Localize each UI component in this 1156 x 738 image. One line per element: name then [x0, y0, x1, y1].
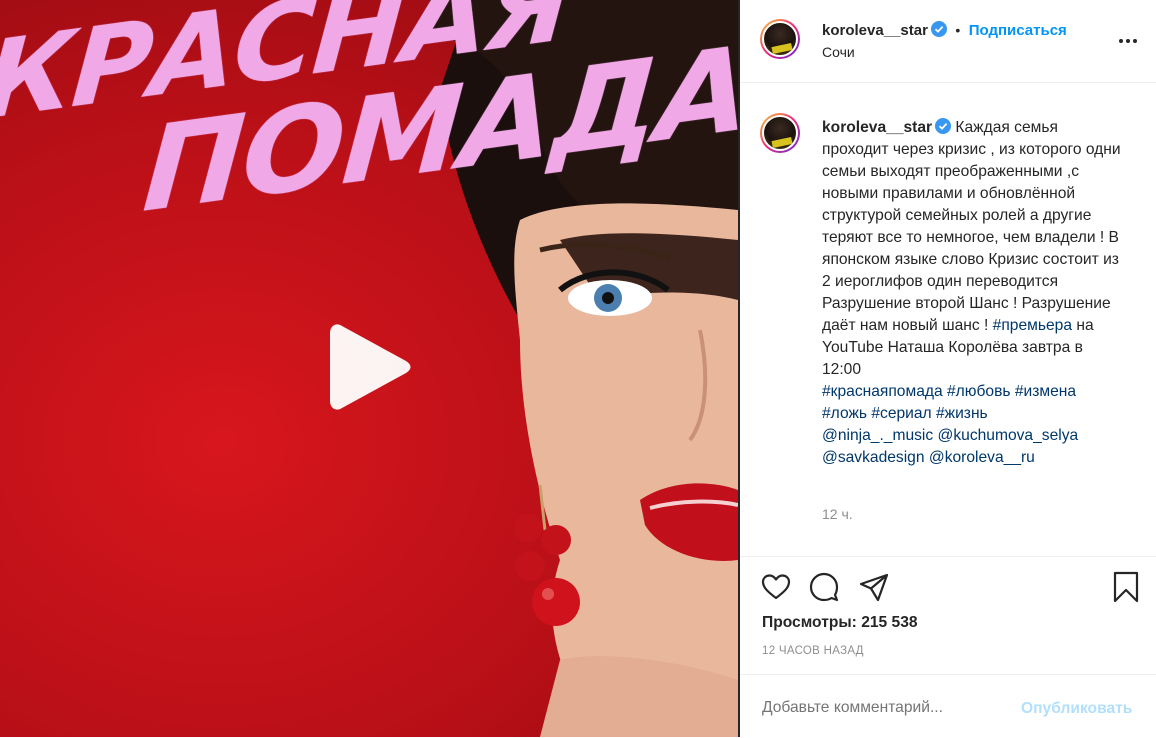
mention-link[interactable]: @ninja_._music [822, 427, 933, 444]
hashtag-link[interactable]: #краснаяпомада [822, 383, 943, 400]
author-username[interactable]: koroleva__star [822, 22, 928, 39]
more-horizontal-icon[interactable] [1116, 30, 1140, 52]
author-avatar[interactable] [760, 19, 800, 59]
post-viewer: КРАСНАЯ ПОМАДА koroleva__star • Подписат… [0, 0, 1156, 737]
bookmark-icon[interactable] [1110, 571, 1142, 603]
mention-link[interactable]: @koroleva__ru [929, 449, 1035, 466]
share-icon[interactable] [858, 571, 890, 603]
post-side-panel: koroleva__star • Подписаться Сочи korole… [740, 0, 1156, 737]
follow-button[interactable]: Подписаться [969, 22, 1067, 39]
play-icon[interactable] [330, 322, 412, 412]
post-header: koroleva__star • Подписаться Сочи [740, 0, 1156, 83]
verified-badge-icon [935, 118, 952, 134]
hashtag-link[interactable]: #ложь [822, 405, 867, 422]
views-count[interactable]: Просмотры: 215 538 [762, 614, 918, 632]
header-separator: • [955, 22, 961, 38]
caption-text: Каждая семья проходит через кризис , из … [822, 119, 1121, 334]
header-title-row: koroleva__star • Подписаться [822, 21, 1067, 40]
hashtag-link[interactable]: #жизнь [936, 405, 988, 422]
post-actions-bar [740, 556, 1156, 617]
comment-input[interactable] [762, 699, 1012, 717]
caption-author-avatar[interactable] [760, 113, 800, 153]
mention-link[interactable]: @kuchumova_selya [938, 427, 1079, 444]
hashtag-link[interactable]: #сериал [871, 405, 931, 422]
verified-badge-icon [930, 21, 947, 37]
post-age[interactable]: 12 ЧАСОВ НАЗАД [762, 645, 864, 657]
views-value: 215 538 [861, 614, 918, 631]
comment-form: Опубликовать [740, 674, 1156, 738]
hashtag-premiere[interactable]: #премьера [993, 317, 1072, 334]
heart-icon[interactable] [760, 571, 792, 603]
caption-timestamp[interactable]: 12 ч. [822, 506, 853, 522]
video-media[interactable]: КРАСНАЯ ПОМАДА [0, 0, 738, 737]
post-comment-button[interactable]: Опубликовать [1021, 700, 1132, 718]
post-location[interactable]: Сочи [822, 44, 855, 60]
mention-link[interactable]: @savkadesign [822, 449, 925, 466]
hashtag-link[interactable]: #любовь [947, 383, 1010, 400]
views-label: Просмотры: [762, 614, 862, 631]
post-caption: koroleva__star Каждая семья проходит чер… [822, 117, 1122, 469]
hashtag-link[interactable]: #измена [1015, 383, 1076, 400]
comment-icon[interactable] [808, 571, 840, 603]
caption-username[interactable]: koroleva__star [822, 119, 932, 136]
